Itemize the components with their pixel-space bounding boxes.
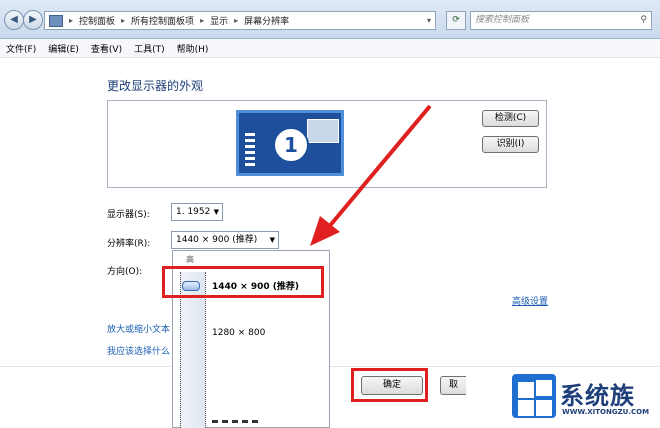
resolution-label: 分辨率(R): <box>107 239 151 249</box>
arrow-shaft <box>326 104 432 230</box>
search-icon[interactable]: ⚲ <box>640 12 647 29</box>
search-input[interactable]: 搜索控制面板 ⚲ <box>470 11 652 30</box>
cancel-button[interactable]: 取 <box>440 376 466 395</box>
menu-file[interactable]: 文件(F) <box>6 42 36 55</box>
watermark-url: WWW.XITONGZU.COM <box>562 408 650 416</box>
taskbar-graphic <box>245 133 255 167</box>
page-title: 更改显示器的外观 <box>107 79 204 93</box>
refresh-button[interactable]: ⟳ <box>446 11 466 30</box>
annotation-arrow <box>310 104 432 246</box>
footer-divider <box>0 366 660 367</box>
address-bar[interactable]: ▸ 控制面板 ▸ 所有控制面板项 ▸ 显示 ▸ 屏幕分辨率 ▾ <box>44 11 436 30</box>
slider-high-label: 高 <box>186 255 194 264</box>
orientation-label: 方向(O): <box>107 267 143 277</box>
breadcrumb-separator-icon: ▸ <box>234 16 239 25</box>
display-select-value: 1. 1952 <box>176 207 211 217</box>
forward-button[interactable]: ▶ <box>23 10 43 30</box>
breadcrumb-separator-icon: ▸ <box>200 16 205 25</box>
option-1280x800[interactable]: 1280 × 800 <box>212 328 265 338</box>
advanced-settings-link[interactable]: 高级设置 <box>512 294 548 307</box>
highlight-ok-button <box>351 368 428 402</box>
search-placeholder: 搜索控制面板 <box>475 15 530 25</box>
option-partial-hidden <box>212 420 262 423</box>
resolution-select[interactable]: 1440 × 900 (推荐) ▼ <box>171 231 279 249</box>
windows-logo-icon <box>512 374 556 418</box>
breadcrumb-all-items[interactable]: 所有控制面板项 <box>131 14 194 27</box>
breadcrumb-separator-icon: ▸ <box>121 16 126 25</box>
menu-edit[interactable]: 编辑(E) <box>48 42 79 55</box>
resolution-select-value: 1440 × 900 (推荐) <box>176 235 258 245</box>
help-choose-link[interactable]: 我应该选择什么 <box>107 344 171 357</box>
zoom-text-link[interactable]: 放大或缩小文本 <box>107 322 171 335</box>
breadcrumb-screen-resolution[interactable]: 屏幕分辨率 <box>244 14 289 27</box>
breadcrumb-display[interactable]: 显示 <box>210 14 228 27</box>
display-select[interactable]: 1. 1952 ▼ <box>171 203 223 221</box>
back-arrow-icon: ◀ <box>10 14 18 25</box>
refresh-icon: ⟳ <box>452 15 460 25</box>
chevron-down-icon: ▼ <box>269 236 275 244</box>
identify-button[interactable]: 识别(I) <box>482 136 539 153</box>
highlight-resolution-option <box>162 266 324 298</box>
chevron-down-icon: ▼ <box>213 208 219 216</box>
menu-bar: 文件(F) 编辑(E) 查看(V) 工具(T) 帮助(H) <box>0 39 660 58</box>
display-label: 显示器(S): <box>107 210 150 220</box>
forward-arrow-icon: ▶ <box>29 14 37 25</box>
breadcrumb-separator-icon: ▸ <box>69 16 74 25</box>
watermark-brand: 系统族 <box>560 382 635 410</box>
back-button[interactable]: ◀ <box>4 10 24 30</box>
folder-icon <box>49 14 63 27</box>
detect-button[interactable]: 检测(C) <box>482 110 539 127</box>
menu-view[interactable]: 查看(V) <box>91 42 122 55</box>
address-dropdown-icon[interactable]: ▾ <box>427 16 431 25</box>
menu-tools[interactable]: 工具(T) <box>134 42 165 55</box>
breadcrumb-control-panel[interactable]: 控制面板 <box>79 14 115 27</box>
menu-help[interactable]: 帮助(H) <box>177 42 209 55</box>
